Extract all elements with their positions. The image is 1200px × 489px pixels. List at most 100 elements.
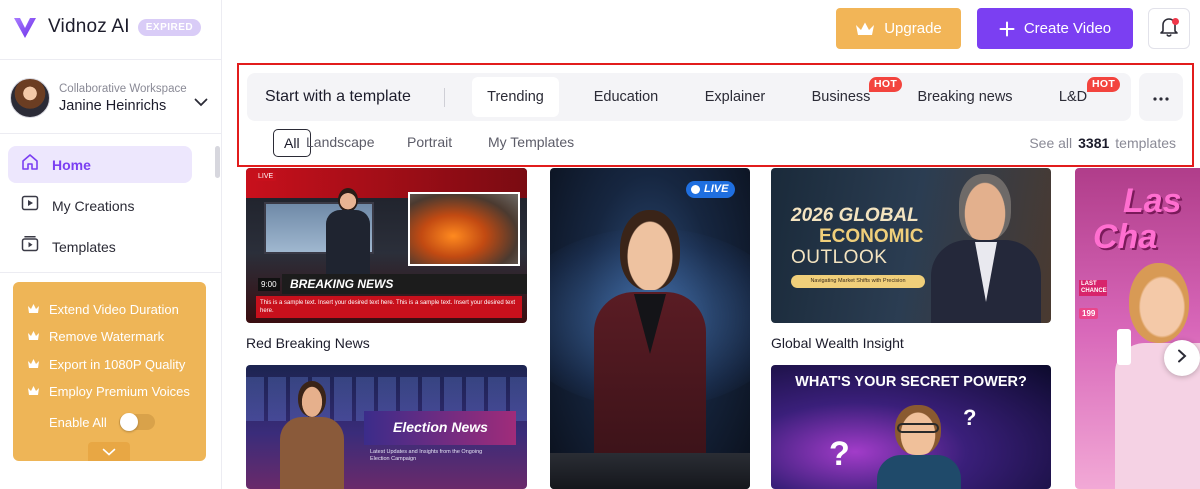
carousel-next-button[interactable] (1164, 340, 1200, 376)
play-square-icon (20, 193, 40, 218)
sidebar-item-label: My Creations (52, 197, 135, 214)
filter-my-templates[interactable]: My Templates (488, 129, 574, 157)
notifications-button[interactable] (1148, 8, 1190, 49)
home-icon (20, 152, 40, 177)
tab-breaking-news[interactable]: Breaking news (905, 77, 1025, 117)
workspace-user-name: Janine Heinrichs (59, 97, 167, 114)
divider (0, 59, 222, 60)
hot-badge: HOT (869, 77, 903, 92)
headline-text: BREAKING NEWS (290, 277, 394, 291)
news-desk (550, 453, 750, 489)
divider (0, 133, 222, 134)
template-card-secret-power[interactable]: WHAT'S YOUR SECRET POWER? ? ? (771, 365, 1051, 489)
news-anchor-figure (280, 379, 344, 489)
live-dot-icon (691, 185, 700, 194)
divider (444, 88, 445, 107)
tab-explainer[interactable]: Explainer (690, 77, 780, 117)
upsell-item-label: Remove Watermark (49, 329, 165, 345)
more-categories-button[interactable] (1139, 73, 1183, 121)
upgrade-label: Upgrade (884, 20, 942, 37)
logo[interactable]: Vidnoz AI EXPIRED (10, 12, 202, 42)
template-card-global-wealth-insight[interactable]: 2026 GLOBAL ECONOMIC OUTLOOK Navigating … (771, 168, 1051, 323)
presenter-figure (931, 170, 1041, 323)
headline-text: Election News (393, 419, 488, 435)
template-card-title: Red Breaking News (246, 335, 370, 351)
enable-all-row: Enable All (27, 405, 206, 439)
template-card-anchor-portrait[interactable]: LIVE (550, 168, 750, 489)
crown-icon (27, 384, 40, 399)
sidebar-item-label: Templates (52, 238, 116, 255)
template-count: 3381 (1078, 135, 1110, 151)
collapse-upsell-button[interactable] (88, 442, 130, 461)
live-badge-label: LIVE (704, 183, 729, 195)
overlay-line-2: ECONOMIC (819, 226, 924, 247)
news-anchor-figure (326, 188, 370, 280)
avatar (10, 78, 50, 118)
live-badge: LIVE (686, 181, 736, 198)
divider (0, 272, 222, 273)
upsell-item-label: Extend Video Duration (49, 302, 179, 318)
more-dots-icon (1153, 88, 1169, 106)
overlay-line-1: 2026 GLOBAL (791, 205, 919, 226)
enable-all-toggle[interactable] (118, 413, 155, 432)
crown-icon (27, 302, 40, 317)
upsell-panel: Extend Video Duration Remove Watermark E… (13, 282, 206, 461)
upsell-item[interactable]: Employ Premium Voices (27, 378, 206, 405)
news-anchor-figure (594, 210, 706, 470)
sidebar-item-home[interactable]: Home (8, 146, 192, 183)
template-card-last-chance-promo[interactable]: Las Cha LAST CHANCE 199 (1075, 168, 1200, 489)
upsell-item-label: Export in 1080P Quality (49, 356, 186, 372)
upsell-item-label: Employ Premium Voices (49, 384, 190, 400)
see-all-templates-link[interactable]: See all 3381 templates (1029, 129, 1176, 157)
sidebar-item-label: Home (52, 156, 91, 173)
hot-badge: HOT (1087, 77, 1121, 92)
filter-all[interactable]: All (273, 129, 311, 157)
filter-portrait[interactable]: Portrait (407, 129, 452, 157)
sidebar-item-templates[interactable]: Templates (8, 228, 192, 265)
presenter-figure (877, 405, 961, 489)
workspace-switcher[interactable]: Collaborative Workspace Janine Heinrichs (10, 76, 210, 120)
ticker-text: This is a sample text. Insert your desir… (260, 300, 515, 314)
chevron-right-icon (1177, 349, 1187, 368)
overlay-subtitle: Latest Updates and Insights from the Ong… (370, 449, 483, 462)
chevron-down-icon (102, 448, 116, 456)
overlay-line-3: OUTLOOK (791, 247, 888, 268)
ticker-bar: This is a sample text. Insert your desir… (256, 296, 522, 318)
logo-text: Vidnoz AI (48, 16, 130, 37)
template-card-red-breaking-news[interactable]: LIVE 9:00 BREAKING NEWS This is a sample… (246, 168, 527, 323)
price-tag: 199 (1079, 308, 1099, 319)
template-card-title: Global Wealth Insight (771, 335, 904, 351)
sidebar-item-my-creations[interactable]: My Creations (8, 187, 192, 224)
presenter-figure (1115, 263, 1200, 489)
sidebar: Vidnoz AI EXPIRED Collaborative Workspac… (0, 0, 222, 489)
chevron-down-icon (194, 94, 208, 112)
notification-dot (1172, 18, 1179, 25)
upgrade-button[interactable]: Upgrade (836, 8, 961, 49)
templates-icon (20, 234, 40, 259)
enable-all-label: Enable All (49, 414, 107, 430)
overlay-line-2: Cha (1093, 218, 1158, 256)
sidebar-scrollbar[interactable] (215, 146, 220, 178)
workspace-label: Collaborative Workspace (59, 82, 187, 95)
upsell-item[interactable]: Export in 1080P Quality (27, 351, 206, 378)
live-badge: LIVE (255, 172, 277, 181)
upsell-item[interactable]: Remove Watermark (27, 323, 206, 350)
template-card-election-news[interactable]: Election News Latest Updates and Insight… (246, 365, 527, 489)
broadcast-time: 9:00 (258, 278, 280, 291)
tab-education[interactable]: Education (578, 77, 674, 117)
question-mark-icon: ? (963, 405, 977, 430)
filter-landscape[interactable]: Landscape (306, 129, 375, 157)
create-video-button[interactable]: Create Video (977, 8, 1133, 49)
upsell-item[interactable]: Extend Video Duration (27, 296, 206, 323)
headline-text: WHAT'S YOUR SECRET POWER? (795, 374, 1027, 390)
overlay-tag: LAST CHANCE (1079, 280, 1107, 296)
headline-panel: Election News (364, 411, 516, 445)
template-section-title: Start with a template (265, 88, 411, 105)
tab-trending[interactable]: Trending (472, 77, 559, 117)
overlay-subtitle: Navigating Market Shifts with Precision (791, 275, 925, 288)
crown-icon (27, 357, 40, 372)
plan-badge: EXPIRED (137, 18, 202, 36)
category-tabs: Start with a template Trending Education… (247, 73, 1131, 121)
vidnoz-logo-icon (10, 12, 40, 42)
crown-icon (27, 329, 40, 344)
